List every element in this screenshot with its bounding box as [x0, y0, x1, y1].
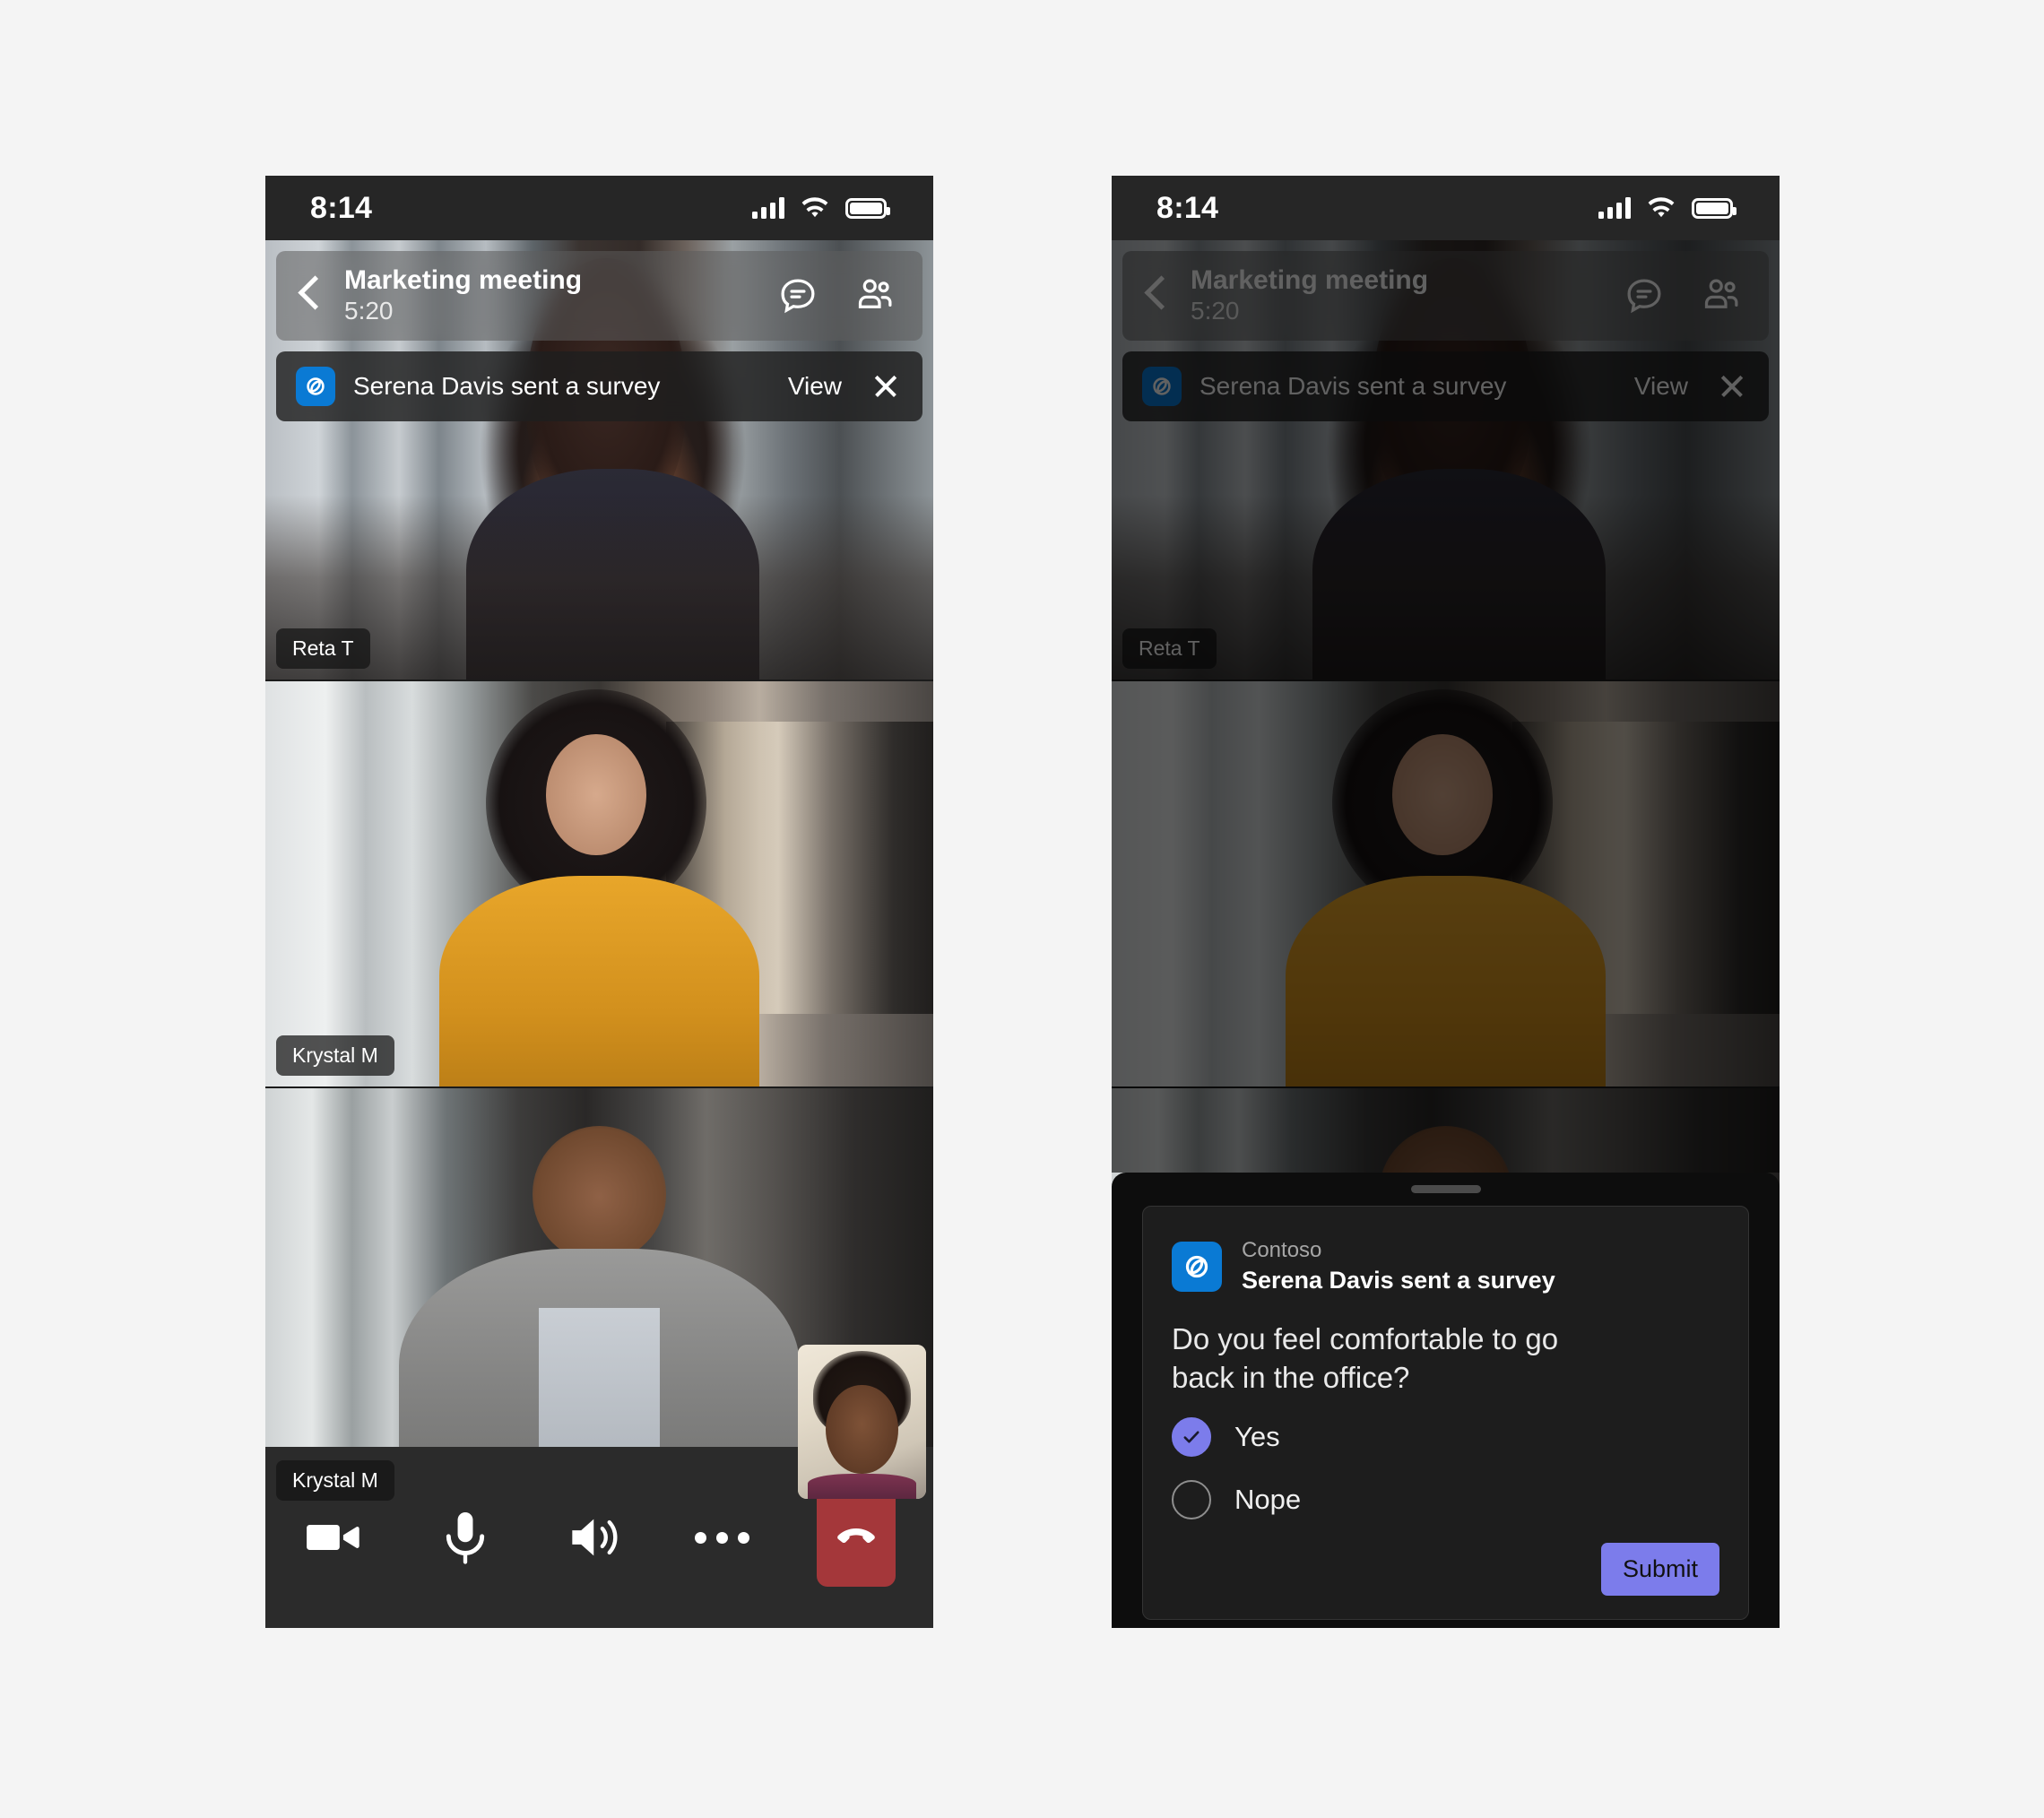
page-title: Marketing meeting: [344, 264, 583, 295]
close-icon[interactable]: [872, 373, 899, 400]
survey-submit-row: Submit: [1172, 1542, 1719, 1596]
toggle-mic-button[interactable]: [434, 1506, 497, 1569]
toggle-speaker-button[interactable]: [564, 1506, 627, 1569]
chat-bubble-icon[interactable]: [1624, 275, 1665, 316]
wifi-icon: [1645, 195, 1677, 221]
survey-bottom-sheet: Contoso Serena Davis sent a survey Do yo…: [1112, 1173, 1780, 1628]
notification-message: Serena Davis sent a survey: [353, 372, 661, 400]
self-view-pip[interactable]: [798, 1345, 926, 1499]
status-bar-icons: [752, 195, 890, 221]
meeting-header: Marketing meeting 5:20: [276, 251, 922, 341]
meeting-header-actions: [777, 275, 896, 316]
phone-mockup-right: 8:14 Reta T Marketing meeting 5:20 Seren…: [1112, 176, 1780, 1628]
phone-mockup-left: 8:14 Reta T Krystal M Krystal M Marketin…: [265, 176, 933, 1628]
page-canvas: 8:14 Reta T Krystal M Krystal M Marketin…: [0, 0, 2044, 1818]
survey-header-text: Contoso Serena Davis sent a survey: [1242, 1237, 1555, 1296]
people-icon[interactable]: [1701, 275, 1742, 316]
meeting-title-block: Marketing meeting 5:20: [344, 265, 777, 326]
survey-brand-name: Contoso: [1242, 1238, 1322, 1262]
toggle-camera-button[interactable]: [303, 1506, 366, 1569]
battery-icon: [1692, 197, 1737, 219]
contoso-app-icon: [296, 367, 335, 406]
participant-name-badge: Reta T: [276, 628, 370, 669]
meeting-header-actions: [1624, 275, 1742, 316]
participant-name-badge: Reta T: [1122, 628, 1217, 669]
meeting-title-block: Marketing meeting 5:20: [1191, 265, 1624, 326]
cellular-signal-icon: [752, 197, 784, 219]
back-chevron-icon[interactable]: [1142, 273, 1173, 318]
wifi-icon: [799, 195, 831, 221]
notification-banner[interactable]: Serena Davis sent a survey View: [1122, 351, 1769, 421]
chat-bubble-icon[interactable]: [777, 275, 818, 316]
meeting-elapsed-time: 5:20: [1191, 297, 1240, 325]
meeting-header: Marketing meeting 5:20: [1122, 251, 1769, 341]
contoso-app-icon: [1172, 1241, 1222, 1292]
people-icon[interactable]: [854, 275, 896, 316]
video-tile[interactable]: [1112, 681, 1780, 1086]
survey-question: Do you feel comfortable to go back in th…: [1172, 1321, 1559, 1395]
participant-name-badge: Krystal M: [276, 1460, 394, 1501]
hang-up-button[interactable]: [817, 1488, 896, 1587]
survey-option-yes[interactable]: Yes: [1172, 1416, 1719, 1457]
more-options-button[interactable]: [694, 1531, 749, 1544]
survey-subject: Serena Davis sent a survey: [1242, 1267, 1555, 1294]
radio-unselected-icon[interactable]: [1172, 1479, 1211, 1519]
survey-header: Contoso Serena Davis sent a survey: [1172, 1237, 1719, 1296]
survey-option-label: Yes: [1234, 1420, 1280, 1452]
notification-view-button[interactable]: View: [788, 372, 842, 401]
survey-card: Contoso Serena Davis sent a survey Do yo…: [1142, 1206, 1749, 1620]
page-title: Marketing meeting: [1191, 264, 1429, 295]
back-chevron-icon[interactable]: [296, 273, 326, 318]
meeting-elapsed-time: 5:20: [344, 297, 394, 325]
status-bar: 8:14: [1112, 176, 1780, 240]
notification-view-button[interactable]: View: [1634, 372, 1688, 401]
battery-icon: [845, 197, 890, 219]
status-bar: 8:14: [265, 176, 933, 240]
close-icon[interactable]: [1719, 373, 1745, 400]
notification-banner[interactable]: Serena Davis sent a survey View: [276, 351, 922, 421]
status-bar-time: 8:14: [310, 190, 373, 225]
survey-option-nope[interactable]: Nope: [1172, 1479, 1719, 1519]
submit-button[interactable]: Submit: [1600, 1542, 1719, 1596]
status-bar-time: 8:14: [1156, 190, 1219, 225]
sheet-drag-handle[interactable]: [1410, 1185, 1481, 1193]
status-bar-icons: [1598, 195, 1737, 221]
video-tile[interactable]: Krystal M: [265, 681, 933, 1086]
survey-option-label: Nope: [1234, 1483, 1302, 1515]
participant-name-badge: Krystal M: [276, 1035, 394, 1076]
radio-selected-icon[interactable]: [1172, 1416, 1211, 1457]
contoso-app-icon: [1142, 367, 1182, 406]
video-stage: Reta T Krystal M Krystal M Marketing mee…: [265, 240, 933, 1511]
notification-message: Serena Davis sent a survey: [1200, 372, 1507, 400]
cellular-signal-icon: [1598, 197, 1631, 219]
